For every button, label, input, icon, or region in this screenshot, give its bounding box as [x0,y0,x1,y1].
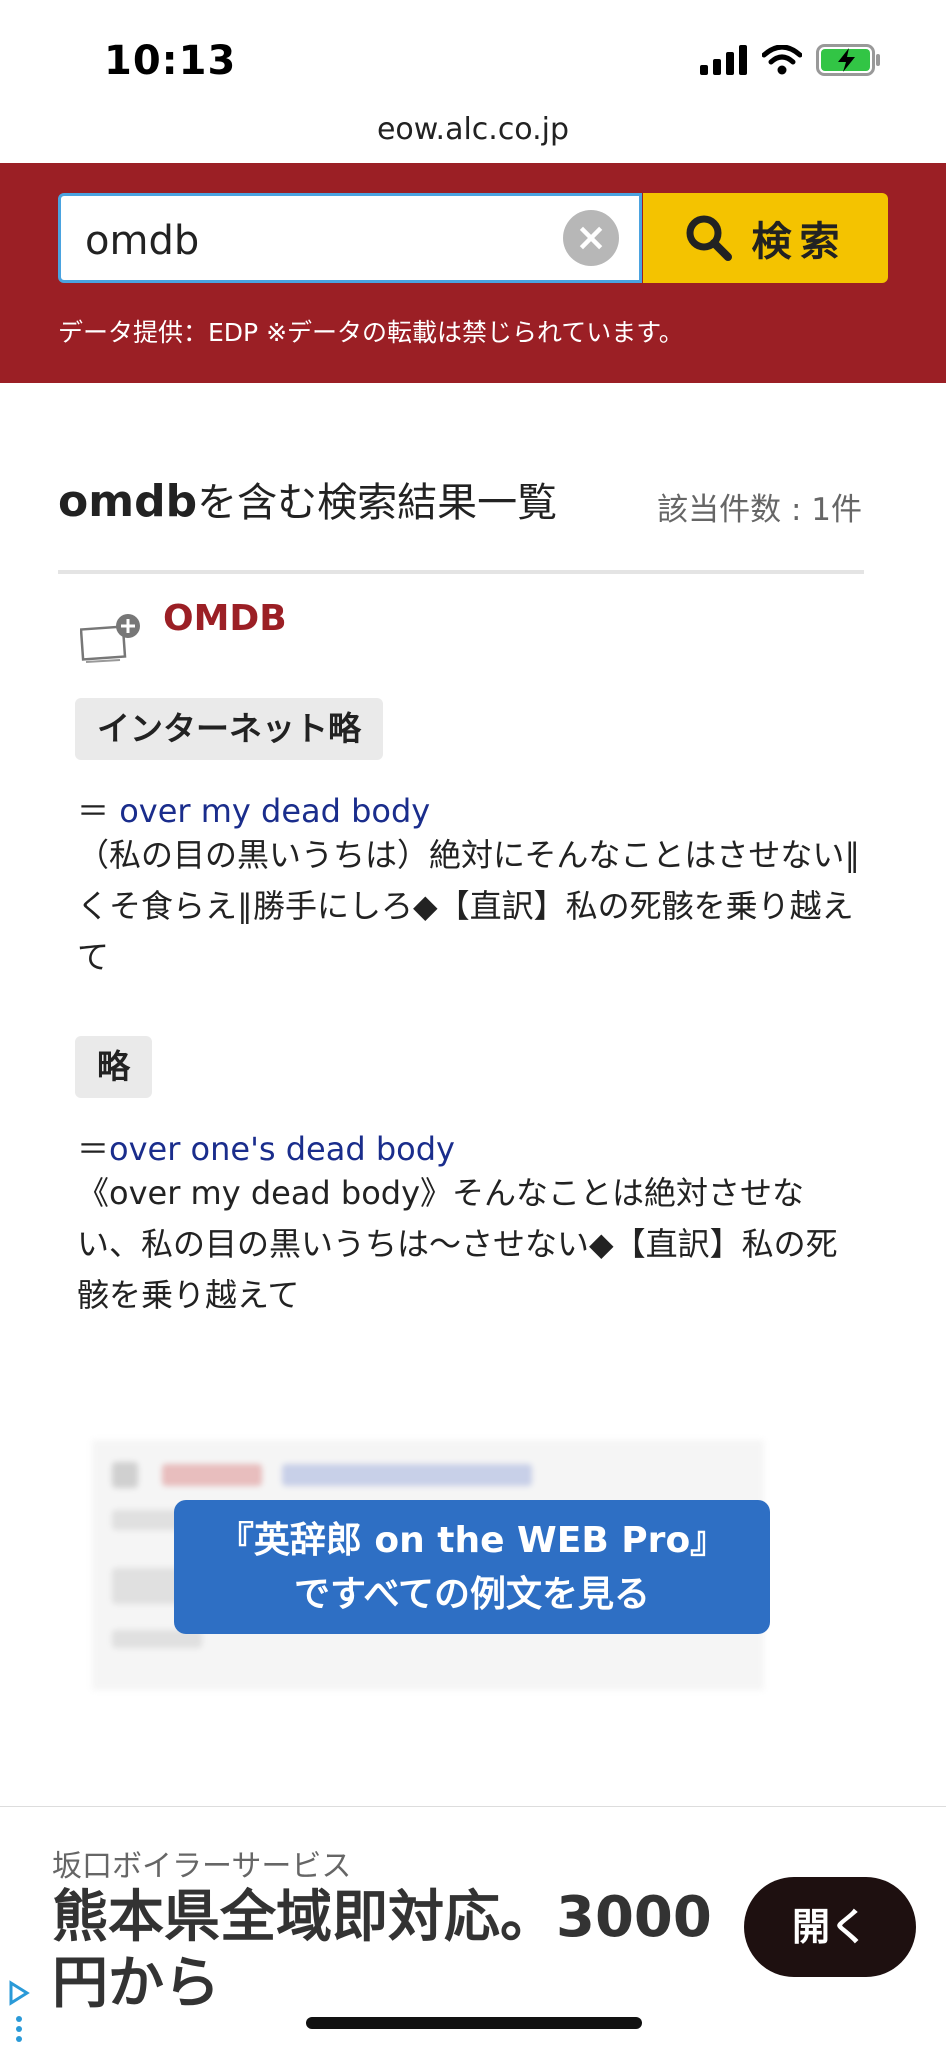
sense-tag: 略 [75,1036,152,1098]
browser-url[interactable]: eow.alc.co.jp [0,112,946,147]
equivalent-line: ＝ over my dead body [77,786,430,832]
add-to-wordbook-icon[interactable] [80,612,144,668]
equivalent-link[interactable]: over my dead body [119,792,430,830]
battery-charging-icon [816,44,880,76]
ad-sponsor: 坂口ボイラーサービス [52,1849,352,1884]
search-icon [686,215,732,261]
signal-icon [700,45,747,75]
close-icon: × [575,215,607,259]
sense-definition: （私の目の黒いうちは）絶対にそんなことはさせない∥くそ食らえ∥勝手にしろ◆【直訳… [77,836,861,976]
status-time: 10:13 [104,38,237,84]
search-query-text: omdb [85,218,200,264]
results-title: omdbを含む検索結果一覧 [58,470,557,528]
results-term: omdb [58,476,198,527]
equivalent-prefix: ＝ [77,1130,110,1168]
results-title-suffix: を含む検索結果一覧 [197,480,558,526]
search-button[interactable]: 検索 [643,193,888,283]
clear-search-button[interactable]: × [563,210,619,266]
promo-line-2: ですべての例文を見る [293,1574,651,1615]
ad-headline: 熊本県全域即対応。3000円から [52,1885,712,2016]
equivalent-link[interactable]: over one's dead body [109,1130,455,1168]
results-count: 該当件数 : 1件 [657,492,862,528]
equivalent-prefix: ＝ [77,792,120,830]
search-button-label: 検索 [751,219,848,265]
equivalent-line: ＝over one's dead body [77,1124,455,1170]
data-provider-note: データ提供：EDP ※データの転載は禁じられています。 [58,318,684,347]
status-bar: 10:13 [0,0,946,110]
wifi-icon [762,45,802,75]
promo-line-1: 『英辞郎 on the WEB Pro』 [217,1520,727,1561]
ad-banner[interactable]: 坂口ボイラーサービス 熊本県全域即対応。3000円から 開く [0,1806,946,2049]
ad-open-button[interactable]: 開く [744,1877,916,1977]
ad-choices-icon[interactable] [6,1979,32,2049]
entry-headword: OMDB [163,598,287,639]
view-all-examples-button[interactable]: 『英辞郎 on the WEB Pro』 ですべての例文を見る [174,1500,770,1634]
search-input[interactable]: omdb × [58,193,642,283]
search-header: omdb × 検索 データ提供：EDP ※データの転載は禁じられています。 [0,163,946,383]
home-indicator[interactable] [306,2017,642,2029]
divider [58,570,864,574]
status-icons [700,44,882,76]
sense-tag: インターネット略 [75,698,383,760]
sense-definition: 《over my dead body》そんなことは絶対させない、私の目の黒いうち… [77,1174,838,1314]
